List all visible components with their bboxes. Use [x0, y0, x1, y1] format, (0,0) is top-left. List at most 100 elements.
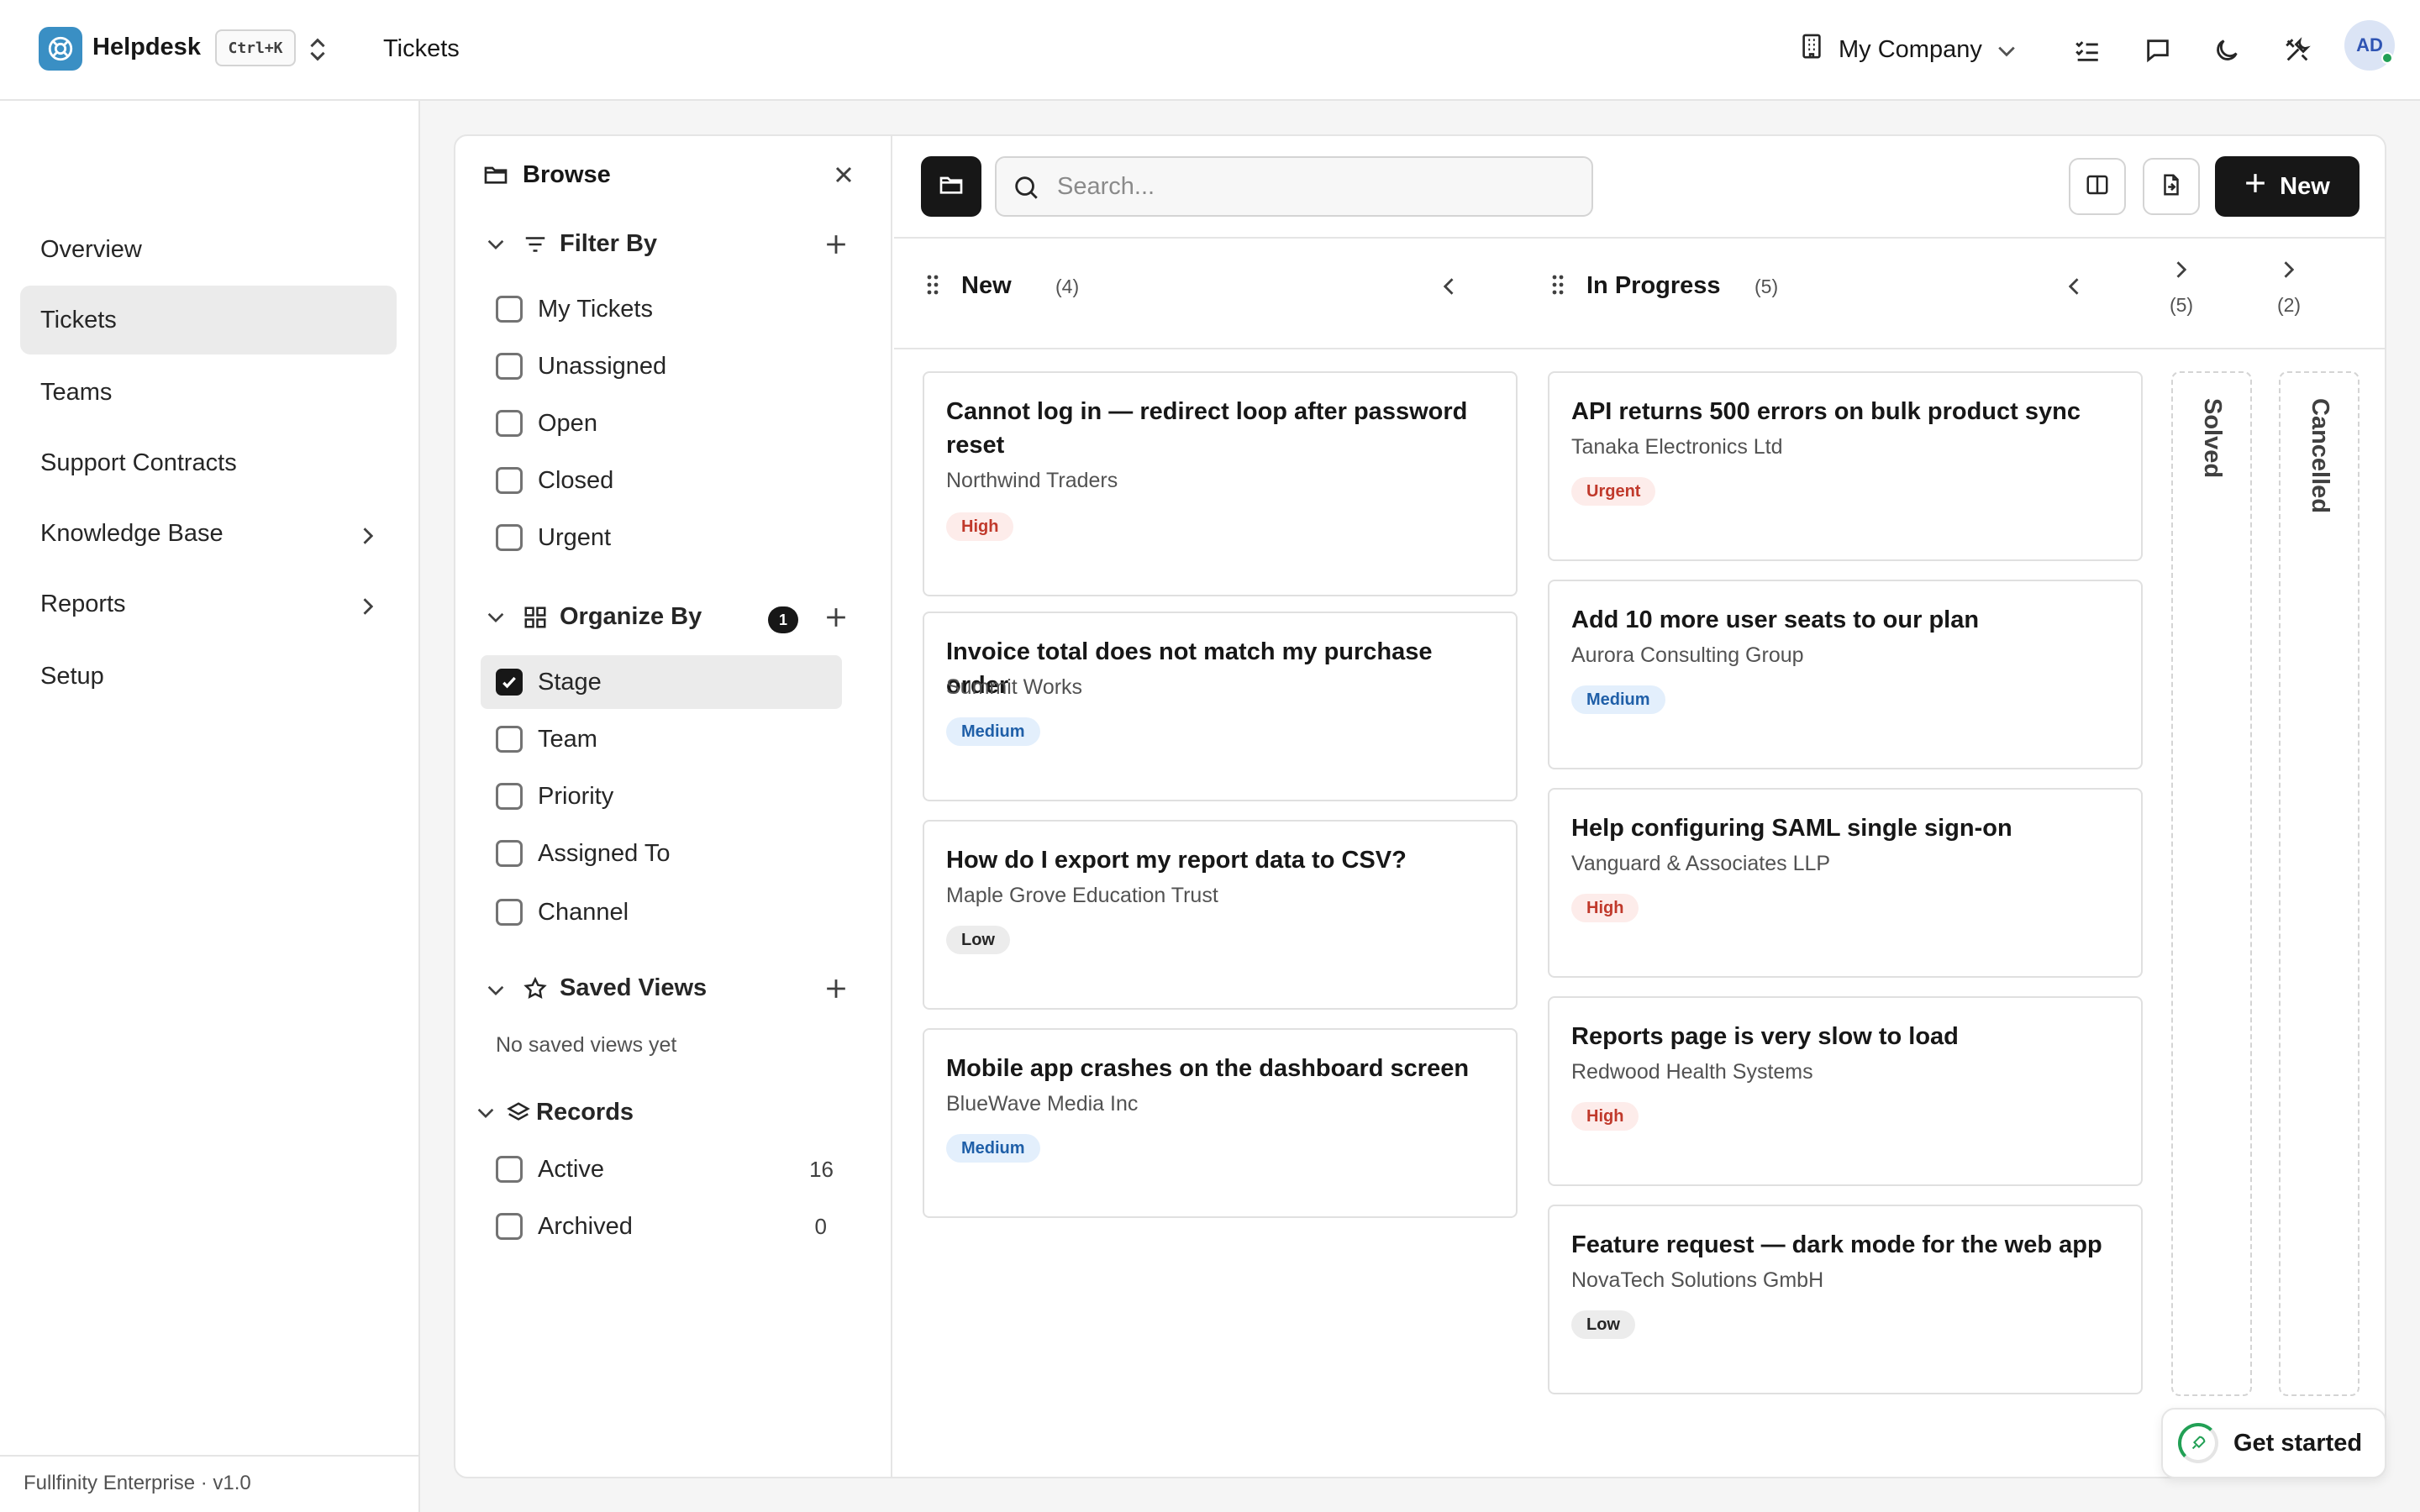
chevron-left-icon[interactable] [1443, 277, 1455, 300]
column-header-row: New (4) In Progress (5) (5) (2) [894, 239, 2385, 349]
sidebar-item-overview[interactable]: Overview [20, 215, 397, 284]
filter-urgent[interactable]: Urgent [481, 511, 842, 564]
top-bar: Helpdesk Ctrl+K Tickets My Company AD [0, 0, 2420, 101]
search-input[interactable]: Search... [995, 156, 1593, 217]
priority-badge: Medium [946, 1134, 1040, 1163]
plus-icon[interactable] [825, 978, 847, 1004]
building-icon [1800, 34, 1823, 66]
layers-icon [506, 1100, 531, 1130]
filter-open[interactable]: Open [481, 396, 842, 450]
breadcrumb[interactable]: Tickets [383, 35, 460, 63]
organize-team[interactable]: Team [481, 712, 842, 766]
priority-badge: Low [1571, 1310, 1635, 1339]
filter-my-tickets[interactable]: My Tickets [481, 282, 842, 336]
chevron-left-icon[interactable] [2068, 277, 2081, 300]
tools-icon[interactable] [2277, 30, 2317, 71]
ticket-organization: Redwood Health Systems [1571, 1060, 1813, 1084]
get-started-label: Get started [2233, 1429, 2363, 1457]
chevron-down-icon[interactable] [487, 612, 504, 627]
chat-icon[interactable] [2138, 30, 2178, 71]
organize-priority[interactable]: Priority [481, 769, 842, 823]
priority-badge: Medium [1571, 685, 1665, 714]
column-title-new: New [961, 272, 1012, 299]
ticket-card[interactable]: Cannot log in — redirect loop after pass… [923, 371, 1518, 596]
checkbox[interactable] [496, 1213, 523, 1240]
chevron-right-icon[interactable] [2175, 260, 2187, 283]
checkbox[interactable] [496, 783, 523, 810]
ticket-card[interactable]: Help configuring SAML single sign-on Van… [1548, 788, 2143, 978]
filter-by-title[interactable]: Filter By [560, 230, 657, 258]
ticket-card[interactable]: Add 10 more user seats to our plan Auror… [1548, 580, 2143, 769]
ticket-card[interactable]: API returns 500 errors on bulk product s… [1548, 371, 2143, 561]
ticket-card[interactable]: Feature request — dark mode for the web … [1548, 1205, 2143, 1394]
moon-icon[interactable] [2207, 30, 2247, 71]
checkbox[interactable] [496, 840, 523, 867]
columns-view-button[interactable] [2069, 158, 2126, 215]
checkbox[interactable] [496, 524, 523, 551]
browse-toggle-button[interactable] [921, 156, 981, 217]
checkbox[interactable] [496, 1156, 523, 1183]
checkbox[interactable] [496, 353, 523, 380]
updown-icon[interactable] [306, 35, 329, 68]
sidebar-item-knowledge-base[interactable]: Knowledge Base [20, 499, 397, 568]
filter-unassigned[interactable]: Unassigned [481, 339, 842, 393]
ticket-card[interactable]: Reports page is very slow to load Redwoo… [1548, 996, 2143, 1186]
priority-badge: Medium [946, 717, 1040, 746]
sidebar-item-setup[interactable]: Setup [20, 642, 397, 711]
ticket-title: Reports page is very slow to load [1571, 1023, 1959, 1050]
chevron-right-icon[interactable] [2282, 260, 2295, 283]
export-button[interactable] [2143, 158, 2200, 215]
filter-closed[interactable]: Closed [481, 454, 842, 507]
get-started-button[interactable]: Get started [2161, 1408, 2386, 1478]
organize-by-title[interactable]: Organize By [560, 603, 702, 631]
ticket-title: API returns 500 errors on bulk product s… [1571, 398, 2081, 425]
organize-assigned-to[interactable]: Assigned To [481, 827, 842, 880]
new-ticket-button[interactable]: New [2215, 156, 2360, 217]
checkbox[interactable] [496, 467, 523, 494]
checkbox[interactable] [496, 296, 523, 323]
plus-icon[interactable] [825, 234, 847, 260]
kanban-board: Search... New New (4) In Progress (5) (5… [894, 136, 2385, 1477]
sidebar: Overview Tickets Teams Support Contracts… [0, 101, 420, 1512]
ticket-card[interactable]: Invoice total does not match my purchase… [923, 612, 1518, 801]
saved-views-title[interactable]: Saved Views [560, 974, 707, 1002]
shortcut-hint: Ctrl+K [215, 29, 296, 66]
chevron-down-icon[interactable] [477, 1107, 494, 1123]
ticket-card[interactable]: How do I export my report data to CSV? M… [923, 820, 1518, 1010]
priority-badge: Urgent [1571, 477, 1656, 506]
checkbox[interactable] [496, 410, 523, 437]
lifebuoy-icon[interactable] [39, 27, 82, 71]
sidebar-item-support-contracts[interactable]: Support Contracts [20, 428, 397, 497]
app-name[interactable]: Helpdesk [92, 34, 201, 61]
records-title[interactable]: Records [536, 1099, 634, 1126]
checkbox[interactable] [496, 726, 523, 753]
records-active[interactable]: Active 16 [481, 1142, 842, 1196]
ticket-card[interactable]: Mobile app crashes on the dashboard scre… [923, 1028, 1518, 1218]
filter-icon [523, 232, 548, 261]
columns-icon [2085, 172, 2110, 202]
drag-handle-icon[interactable] [926, 274, 939, 300]
records-archived[interactable]: Archived 0 [481, 1200, 842, 1253]
company-switcher[interactable]: My Company [1800, 30, 2016, 69]
close-icon[interactable] [834, 165, 854, 189]
collapsed-column-cancelled[interactable]: Cancelled [2279, 371, 2360, 1396]
organize-stage[interactable]: Stage [481, 655, 842, 709]
organize-channel[interactable]: Channel [481, 885, 842, 939]
chevron-down-icon[interactable] [487, 984, 504, 1000]
checkbox[interactable] [496, 899, 523, 926]
collapsed-column-solved[interactable]: Solved [2171, 371, 2252, 1396]
drag-handle-icon[interactable] [1551, 274, 1565, 300]
plus-icon[interactable] [825, 606, 847, 633]
search-icon [1012, 173, 1040, 206]
sidebar-item-teams[interactable]: Teams [20, 358, 397, 427]
checkbox[interactable] [496, 669, 523, 696]
ticket-organization: Northwind Traders [946, 469, 1118, 492]
sidebar-item-tickets[interactable]: Tickets [20, 286, 397, 354]
ticket-organization: Maple Grove Education Trust [946, 884, 1218, 907]
collapsed-count-solved: (5) [2169, 294, 2194, 316]
checklist-icon[interactable] [2067, 30, 2107, 71]
priority-badge: High [1571, 894, 1639, 922]
chevron-down-icon[interactable] [487, 239, 504, 255]
sidebar-item-reports[interactable]: Reports [20, 570, 397, 638]
star-icon [523, 976, 548, 1005]
